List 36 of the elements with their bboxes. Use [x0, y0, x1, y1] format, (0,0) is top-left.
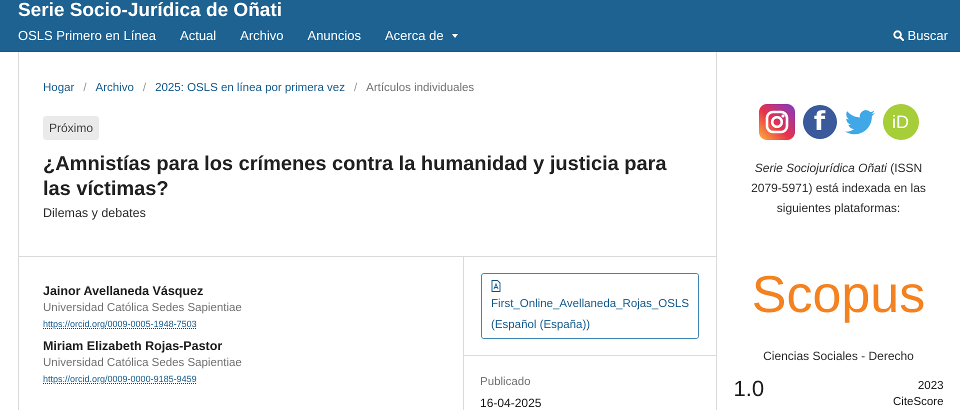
indexing-text: Serie Sociojurídica Oñati (ISSN 2079-5971) está indexada en las siguientes plataformas:: [750, 160, 927, 217]
search-icon: [892, 30, 904, 41]
instagram-icon[interactable]: [758, 104, 794, 140]
published-label: Publicado: [480, 376, 532, 388]
separator-text: /: [142, 82, 146, 94]
facebook-icon[interactable]: f: [802, 105, 836, 139]
breadcrumb-link[interactable]: Archivo: [96, 82, 134, 94]
nav-link[interactable]: OSLS Primero en Línea: [18, 28, 156, 43]
site-title[interactable]: Serie Socio-Jurídica de Oñati: [18, 0, 948, 22]
author-name: Jainor Avellaneda Vásquez: [43, 283, 204, 300]
article-subtitle: Dilemas y debates: [43, 206, 147, 220]
published-date: 16-04-2025: [480, 396, 542, 410]
nav-link[interactable]: Anuncios: [308, 28, 362, 43]
citescore-year: 2023: [918, 379, 944, 394]
breadcrumb-link[interactable]: 2025: OSLS en línea por primera vez: [155, 82, 345, 94]
citescore-label: CiteScore: [893, 395, 944, 410]
separator-text: /: [354, 82, 358, 94]
pdf-download-link[interactable]: First_Online_Avellaneda_Rojas_OSLS (Español (España)): [481, 273, 699, 339]
article-title: ¿Amnistías para los crímenes contra la humanidad y justicia para las víctimas?: [43, 152, 668, 202]
orcid-link[interactable]: https://orcid.org/0009-0005-1948-7503: [43, 317, 440, 331]
separator-text: /: [83, 82, 87, 94]
nav-link[interactable]: Archivo: [240, 28, 284, 43]
affiliation-text: Universidad Católica Sedes Sapientiae: [43, 356, 243, 371]
citescore-value: 1.0: [734, 375, 764, 403]
nav-link[interactable]: Acerca de: [385, 28, 458, 43]
breadcrumb-current: Artículos individuales: [366, 82, 474, 94]
orcid-link[interactable]: https://orcid.org/0009-0000-9185-9459: [43, 372, 440, 386]
pdf-file-icon: [491, 280, 502, 292]
search-link[interactable]: Buscar: [892, 28, 948, 43]
status-badge: Próximo: [43, 116, 100, 140]
affiliation-text: Universidad Católica Sedes Sapientiae: [43, 301, 243, 316]
bird-icon[interactable]: [844, 110, 874, 134]
nav-link[interactable]: Actual: [180, 28, 216, 43]
breadcrumb-link[interactable]: Hogar: [43, 82, 74, 94]
author-name: Miriam Elizabeth Rojas-Pastor: [43, 338, 224, 355]
category-text: Ciencias Sociales - Derecho: [763, 349, 914, 363]
